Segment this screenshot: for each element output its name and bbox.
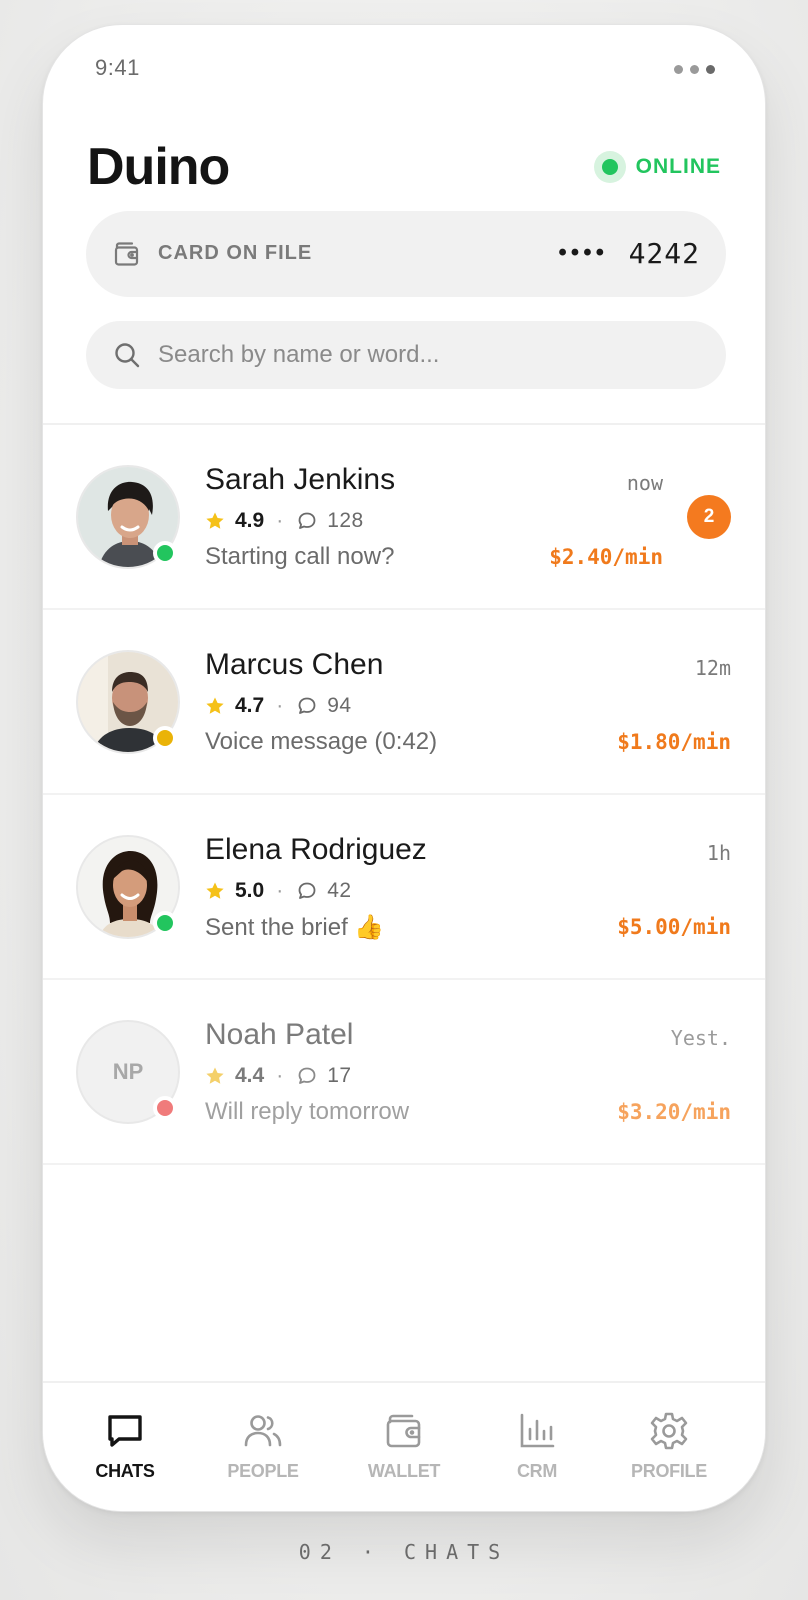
rating-value: 4.4 [235,1064,265,1087]
rating-value: 5.0 [235,879,265,902]
tab-crm[interactable]: CRM [477,1409,597,1482]
gear-icon [650,1412,688,1450]
tab-wallet[interactable]: WALLET [344,1409,464,1482]
avatar[interactable] [76,835,180,939]
contact-name: Noah Patel [205,1018,354,1051]
status-time: 9:41 [95,55,140,80]
contact-name: Sarah Jenkins [205,463,396,496]
tab-label: CRM [516,1461,558,1481]
presence-offline-indicator [153,1096,177,1120]
search-input[interactable] [158,321,698,389]
last-message-time: Yest. [670,1026,731,1050]
chat-row-sarah-jenkins[interactable]: Sarah Jenkins 4.9 · 128 Starting call no… [43,425,765,610]
chat-bubble-icon [108,1415,142,1447]
contact-meta: 4.4 · 17 [205,1064,352,1088]
tab-people[interactable]: PEOPLE [203,1409,323,1482]
message-bubble-icon [298,1067,316,1084]
avatar[interactable] [76,465,180,569]
contact-meta: 4.9 · 128 [205,509,364,533]
per-minute-rate: $5.00/min [617,915,731,939]
more-dots-icon[interactable] [674,65,715,74]
tab-label: WALLET [367,1461,441,1481]
phone-frame: 9:41 Duino ONLINE CARD ON FILE •••• 4242 [42,24,766,1512]
contact-name: Marcus Chen [205,648,384,681]
last-message-preview: Starting call now? [205,543,395,570]
meta-separator: · [276,879,284,902]
message-bubble-icon [298,512,316,529]
chat-row-elena-rodriguez[interactable]: Elena Rodriguez 5.0 · 42 Sent the brief … [43,795,765,980]
last-message-time: 1h [706,841,731,865]
app-title: Duino [87,138,230,196]
avatar[interactable]: NP [76,1020,180,1124]
bar-chart-icon [520,1413,555,1448]
presence-online-indicator [153,541,177,565]
message-count: 94 [327,694,352,717]
message-count: 128 [327,509,364,532]
message-bubble-icon [298,882,316,899]
rating-value: 4.9 [235,509,265,532]
message-count: 17 [327,1064,352,1087]
message-bubble-icon [298,697,316,714]
card-label: CARD ON FILE [158,242,313,264]
status-bar: 9:41 [43,25,765,115]
chat-row-marcus-chen[interactable]: Marcus Chen 4.7 · 94 Voice message (0:42… [43,610,765,795]
per-minute-rate: $2.40/min [549,545,663,569]
last-message-time: now [626,471,663,495]
contact-meta: 4.7 · 94 [205,694,352,718]
star-icon [206,512,224,529]
tab-label: PROFILE [631,1461,707,1481]
per-minute-rate: $1.80/min [617,730,731,754]
screen-caption: 02 · CHATS [298,1540,510,1564]
meta-separator: · [276,694,284,717]
card-on-file[interactable]: CARD ON FILE •••• 4242 [86,211,726,297]
message-count: 42 [327,879,352,902]
meta-separator: · [276,509,284,532]
online-dot-icon [593,151,626,183]
last-message-time: 12m [694,656,731,680]
wallet-icon [386,1414,421,1448]
tab-profile[interactable]: PROFILE [609,1409,729,1482]
avatar[interactable] [76,650,180,754]
presence-away-indicator [153,726,177,750]
star-icon [206,1067,224,1084]
last-message-preview: Will reply tomorrow [205,1098,410,1125]
star-icon [206,882,224,899]
tab-label: PEOPLE [227,1461,299,1481]
card-mask: •••• [558,239,608,266]
card-last4: 4242 [628,237,700,270]
people-icon [244,1415,282,1447]
meta-separator: · [276,1064,284,1087]
wallet-icon [114,242,139,266]
star-icon [206,697,224,714]
online-status-label: ONLINE [635,155,721,178]
contact-name: Elena Rodriguez [205,833,427,866]
bottom-tab-bar: CHATS PEOPLE WALLET CRM PROFILE [43,1381,765,1511]
search-bar[interactable] [86,321,726,389]
contact-meta: 5.0 · 42 [205,879,352,903]
presence-online-indicator [153,911,177,935]
chat-list: Sarah Jenkins 4.9 · 128 Starting call no… [43,425,765,1165]
tab-label: CHATS [95,1461,155,1481]
chat-row-noah-patel[interactable]: NP Noah Patel 4.4 · 17 Will reply tomorr… [43,980,765,1165]
last-message-preview: Voice message (0:42) [205,728,438,755]
tab-chats[interactable]: CHATS [65,1409,185,1482]
rating-value: 4.7 [235,694,265,717]
search-icon [115,343,140,368]
online-status-badge[interactable]: ONLINE [593,151,721,183]
last-message-preview: Sent the brief 👍 [205,914,385,941]
per-minute-rate: $3.20/min [617,1100,731,1124]
unread-count-badge: 2 [687,495,731,539]
